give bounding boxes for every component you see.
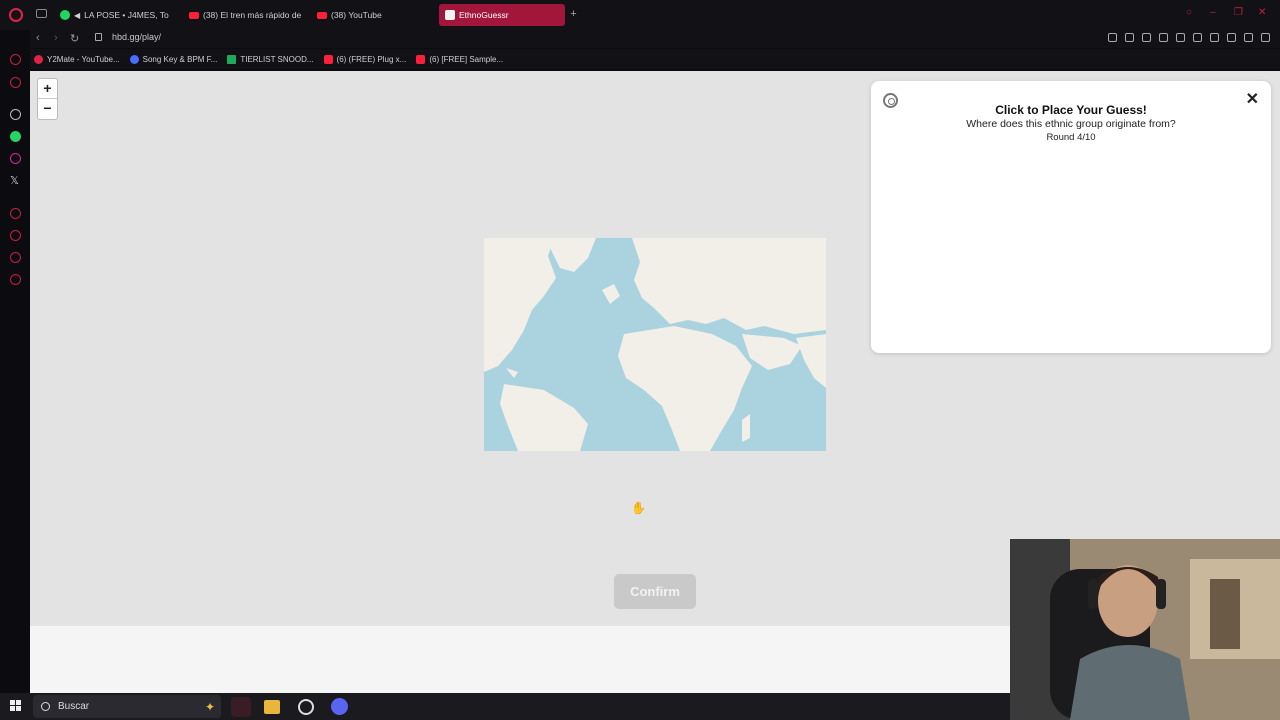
bookmark-label: (6) (FREE) Plug x...	[336, 54, 407, 64]
translate-icon[interactable]	[1159, 33, 1168, 42]
address-bar: ‹ › ↻ hbd.gg/play/	[30, 30, 1280, 48]
bookmark-label: Song Key & BPM F...	[142, 54, 218, 64]
lock-icon	[95, 33, 102, 41]
tab-ethnoguessr[interactable]: EthnoGuessr	[439, 4, 565, 26]
browser-sidebar: 𝕏	[0, 48, 30, 693]
bookmark-favicon-icon	[323, 54, 333, 64]
bookmark-item[interactable]: Song Key & BPM F...	[129, 54, 218, 64]
round-counter: Round 4/10	[1046, 132, 1096, 143]
downloads-icon[interactable]	[10, 252, 21, 263]
opera-taskbar-icon[interactable]	[231, 697, 251, 717]
profile-icon[interactable]	[1227, 33, 1236, 42]
panel-title: Click to Place Your Guess!	[995, 103, 1147, 117]
youtube-icon	[189, 11, 199, 19]
forward-icon[interactable]: ›	[54, 32, 58, 44]
new-tab-button[interactable]: +	[568, 9, 579, 20]
bookmark-favicon-icon	[416, 54, 426, 64]
heart-icon[interactable]	[1193, 33, 1202, 42]
zoom-out-button[interactable]: −	[38, 99, 57, 119]
zoom-control: + −	[37, 78, 58, 120]
bookmarks-bar: Y2Mate - YouTube... Song Key & BPM F... …	[30, 49, 1280, 69]
window-controls: ○ – ❐ ✕	[1186, 8, 1268, 18]
tab-label: EthnoGuessr	[459, 10, 509, 20]
bookmark-favicon-icon	[34, 54, 43, 64]
bookmark-item[interactable]: (6) (FREE) Plug x...	[323, 54, 407, 64]
webcam-overlay	[1010, 539, 1280, 720]
url-field[interactable]: hbd.gg/play/	[112, 32, 161, 42]
x-twitter-icon[interactable]: 𝕏	[10, 174, 19, 187]
search-placeholder: Buscar	[58, 701, 90, 712]
copilot-sparkle-icon: ✦	[204, 699, 215, 714]
whatsapp-icon[interactable]	[10, 131, 21, 142]
tab-youtube-2[interactable]: (38) YouTube	[311, 4, 433, 26]
shield-icon[interactable]	[1142, 33, 1151, 42]
aria-icon[interactable]	[10, 54, 21, 65]
hand-cursor-icon: ✋	[631, 501, 646, 515]
tab-spotify[interactable]: ◀ LA POSE • J4MES, To	[54, 4, 176, 26]
back-icon[interactable]: ‹	[36, 32, 40, 44]
windows-start-icon[interactable]	[10, 700, 22, 712]
tab-bar: ◀ LA POSE • J4MES, To (38) El tren más r…	[0, 0, 1280, 30]
app-icon[interactable]	[298, 699, 314, 715]
bookmark-favicon-icon	[227, 54, 237, 64]
bookmark-label: (6) [FREE] Sample...	[429, 54, 504, 64]
world-map[interactable]	[484, 238, 826, 451]
guess-panel: ✕ Click to Place Your Guess! Where does …	[871, 81, 1271, 353]
close-window-icon[interactable]: ✕	[1258, 8, 1268, 18]
file-explorer-icon[interactable]	[264, 700, 280, 714]
bookmark-label: TIERLIST SNOOD...	[240, 54, 314, 64]
tab-label: (38) YouTube	[331, 10, 382, 20]
zoom-in-button[interactable]: +	[38, 79, 57, 99]
tab-label: (38) El tren más rápido de	[203, 10, 302, 20]
youtube-icon	[317, 11, 327, 19]
extensions-icon[interactable]	[1210, 33, 1219, 42]
pin-icon[interactable]	[1108, 33, 1117, 42]
history-icon[interactable]	[10, 230, 21, 241]
bookmark-favicon-icon	[129, 54, 139, 64]
reload-icon[interactable]: ↻	[70, 32, 79, 45]
bookmark-item[interactable]: (6) [FREE] Sample...	[416, 54, 504, 64]
minimize-icon[interactable]: –	[1210, 8, 1220, 18]
spotify-icon	[60, 10, 70, 20]
bookmark-label: Y2Mate - YouTube...	[47, 54, 120, 64]
maximize-icon[interactable]: ❐	[1234, 8, 1244, 18]
discord-icon[interactable]	[331, 698, 348, 715]
tab-youtube-1[interactable]: (38) El tren más rápido de	[183, 4, 305, 26]
chatgpt-icon[interactable]	[10, 109, 21, 120]
toolbar-icons	[1108, 31, 1270, 42]
speed-dial-icon[interactable]	[10, 77, 21, 88]
ethnoguessr-icon	[445, 10, 455, 20]
bookmark-item[interactable]: Y2Mate - YouTube...	[34, 54, 120, 64]
taskbar-search[interactable]: Buscar ✦	[33, 695, 221, 718]
tab-label: LA POSE • J4MES, To	[84, 10, 169, 20]
confirm-button[interactable]: Confirm	[614, 574, 696, 609]
search-tabs-icon[interactable]: ○	[1186, 8, 1196, 18]
search-icon	[41, 702, 50, 711]
workspaces-icon[interactable]	[36, 9, 47, 18]
bookmark-item[interactable]: TIERLIST SNOOD...	[227, 54, 314, 64]
settings-icon[interactable]	[10, 274, 21, 285]
favorites-icon[interactable]	[10, 208, 21, 219]
instagram-icon[interactable]	[10, 153, 21, 164]
question-text: Where does this ethnic group originate f…	[966, 118, 1176, 130]
world-map-svg	[484, 238, 826, 451]
snapshot-icon[interactable]	[1125, 33, 1134, 42]
opera-logo-icon[interactable]	[9, 8, 23, 22]
download-icon[interactable]	[1244, 33, 1253, 42]
menu-icon[interactable]	[1261, 33, 1270, 42]
webcam-feed	[1010, 539, 1280, 720]
speaker-icon: ◀	[74, 10, 81, 20]
taskbar: Buscar ✦	[0, 693, 1010, 720]
player-icon[interactable]	[1176, 33, 1185, 42]
